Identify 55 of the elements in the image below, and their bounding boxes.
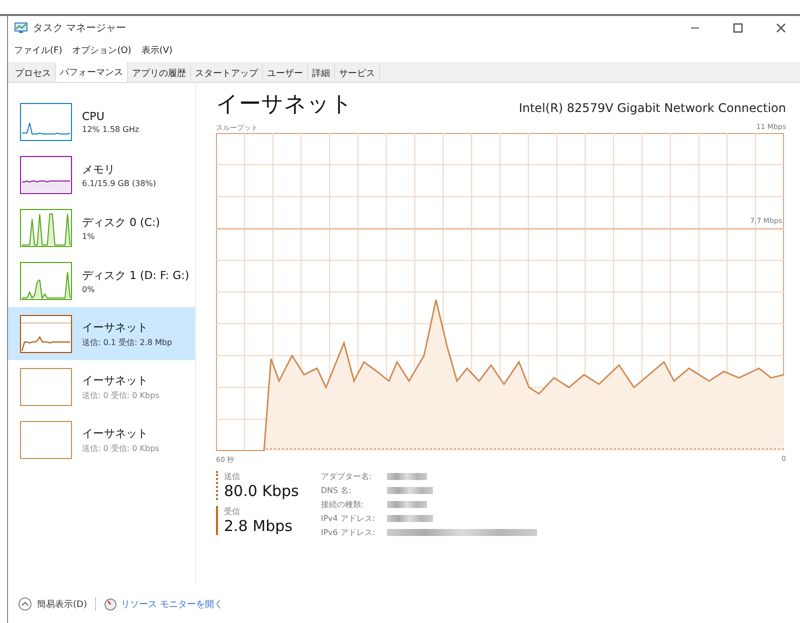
chevron-up-icon (18, 597, 32, 611)
resource-detail: 送信: 0.1 受信: 2.8 Mbp (82, 336, 172, 348)
sidebar-item[interactable]: ディスク 1 (D: F: G:) 0% (8, 254, 195, 307)
resource-name: ディスク 0 (C:) (82, 214, 160, 230)
sidebar-item[interactable]: ディスク 0 (C:) 1% (8, 201, 195, 254)
resource-name: イーサネット (82, 320, 149, 334)
usage-graph-icon (20, 420, 72, 458)
stat-label: 送信 (224, 471, 241, 482)
app-icon (14, 22, 28, 34)
sidebar-item[interactable]: イーサネット 送信: 0 受信: 0 Kbps (8, 413, 195, 466)
resource-name: メモリ (82, 162, 116, 176)
resource-detail: 0% (82, 284, 96, 294)
panel-title: イーサネット (216, 91, 353, 119)
usage-graph-icon (20, 156, 72, 194)
close-icon (776, 23, 786, 33)
property-label: 接続の種類: (320, 499, 365, 510)
resource-detail: 6.1/15.9 GB (38%) (82, 178, 156, 188)
property-label: アダプター名: (320, 471, 373, 482)
property-label: IPv4 アドレス: (320, 513, 376, 524)
sidebar-item[interactable]: イーサネット 送信: 0.1 受信: 2.8 Mbp (8, 307, 195, 360)
menu-item[interactable]: オプション(O) (72, 44, 132, 56)
usage-graph-icon (20, 208, 72, 246)
stat-value: 80.0 Kbps (224, 482, 299, 500)
summary-button[interactable]: 簡易表示(D) (18, 597, 87, 611)
resource-detail: 送信: 0 受信: 0 Kbps (82, 390, 160, 400)
blurred-value (386, 501, 427, 508)
device-name: Intel(R) 82579V Gigabit Network Connection (518, 101, 786, 117)
blurred-value (386, 487, 433, 494)
usage-graph-icon (20, 262, 72, 300)
maximize-icon (733, 23, 743, 33)
usage-graph-icon (20, 102, 72, 140)
resource-detail: 12% 1.58 GHz (82, 124, 140, 134)
blurred-value (386, 515, 433, 522)
resource-name: CPU (82, 110, 106, 122)
stat-label: 受信 (224, 506, 241, 517)
stat-value: 2.8 Mbps (224, 517, 294, 535)
blurred-value (386, 473, 427, 480)
property-label: DNS 名: (320, 485, 352, 496)
window-title: タスク マネージャー (33, 22, 128, 35)
property-label: IPv6 アドレス: (320, 527, 376, 538)
resource-detail: 1% (82, 232, 96, 240)
resource-detail: 送信: 0 受信: 0 Kbps (82, 442, 160, 454)
gauge-icon (104, 598, 117, 610)
resource-monitor-link[interactable]: リソース モニターを開く (104, 598, 223, 610)
sidebar-item[interactable]: メモリ 6.1/15.9 GB (38%) (8, 148, 195, 201)
usage-graph-icon (20, 314, 72, 352)
menu-item[interactable]: 表示(V) (141, 44, 172, 56)
resource-name: イーサネット (82, 372, 149, 388)
sidebar-item[interactable]: イーサネット 送信: 0 受信: 0 Kbps (8, 360, 195, 413)
menu-item[interactable]: ファイル(F) (14, 44, 62, 56)
resource-name: ディスク 1 (D: F: G:) (82, 268, 190, 282)
tab[interactable]: パフォーマンス (56, 62, 128, 82)
usage-graph-icon (20, 368, 72, 406)
sidebar-item[interactable]: CPU 12% 1.58 GHz (8, 95, 195, 148)
resource-name: イーサネット (82, 426, 149, 440)
